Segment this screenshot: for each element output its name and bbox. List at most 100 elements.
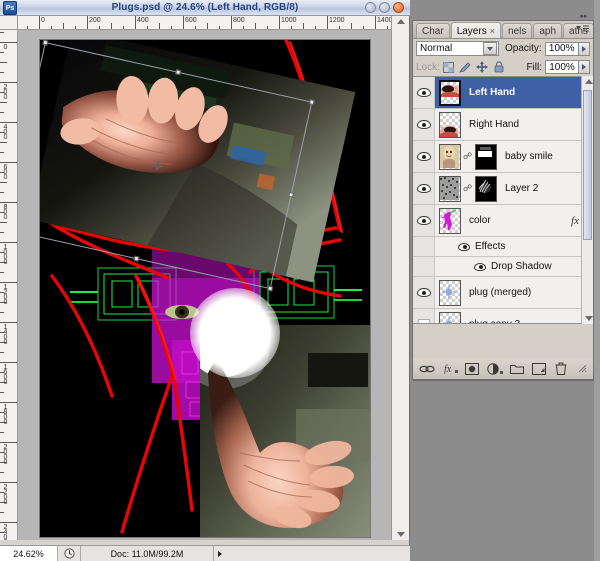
ruler-tick [87, 16, 88, 29]
layer-visibility-toggle[interactable] [413, 309, 435, 323]
layer-row-right-hand[interactable]: Right Hand [413, 109, 593, 141]
new-layer-icon[interactable] [532, 362, 550, 375]
ruler-tick [0, 522, 17, 523]
blend-mode-dropdown-button[interactable] [483, 42, 497, 55]
layer-effect-drop-shadow-row[interactable]: Drop Shadow [413, 257, 593, 277]
ruler-tick [111, 23, 112, 29]
zoom-level-field[interactable]: 24.62% [0, 546, 58, 561]
ruler-tick [0, 222, 7, 223]
artboard[interactable] [40, 40, 370, 537]
scroll-down-arrow[interactable] [397, 532, 405, 537]
minimize-button[interactable] [365, 2, 376, 13]
layer-visibility-toggle[interactable] [413, 77, 435, 108]
ruler-label: 200 [2, 84, 9, 99]
layer-visibility-toggle[interactable] [413, 205, 435, 236]
layer-row-plug-copy-3[interactable]: plug copy 3 [413, 309, 593, 323]
layer-list[interactable]: Left Hand Right Hand ☍ baby smile ☍ Laye… [413, 76, 593, 324]
scroll-up-arrow[interactable] [397, 19, 405, 24]
ruler-origin-corner[interactable] [0, 16, 18, 30]
palette-collapse-grip[interactable]: ▸▸ [577, 13, 591, 21]
ruler-tick [0, 402, 17, 403]
link-layers-icon[interactable] [419, 364, 437, 374]
layer-visibility-toggle[interactable] [413, 277, 435, 308]
canvas-scroll-area[interactable] [18, 30, 392, 540]
maximize-button[interactable] [379, 2, 390, 13]
new-group-icon[interactable] [509, 363, 528, 374]
eye-icon [416, 288, 431, 297]
layer-scroll-down-arrow[interactable] [585, 316, 593, 321]
drop-shadow-visibility-spacer [413, 257, 435, 276]
new-adjustment-layer-icon[interactable] [487, 362, 505, 375]
ruler-tick [0, 42, 17, 43]
horizontal-ruler[interactable]: 0 200 400 600 800 1000 1200 1400 [18, 16, 392, 30]
layer-thumbnail[interactable] [439, 279, 461, 306]
layer-scroll-up-arrow[interactable] [585, 79, 593, 84]
palette-menu-icon[interactable] [576, 24, 590, 36]
ruler-tick [0, 142, 7, 143]
desktop-background-right [594, 0, 600, 561]
opacity-value: 100% [548, 43, 575, 54]
fill-slider-button[interactable] [579, 60, 590, 74]
layer-thumbnail[interactable] [439, 111, 461, 138]
tab-layers[interactable]: Layers × [450, 22, 501, 38]
layer-style-fx-icon[interactable]: fx [571, 215, 579, 227]
layer-thumbnail[interactable] [439, 175, 461, 202]
layer-row-plug-merged[interactable]: plug (merged) [413, 277, 593, 309]
ruler-tick [0, 392, 4, 393]
tab-paragraph[interactable]: aph [533, 23, 563, 38]
drop-shadow-visibility-toggle[interactable] [473, 262, 486, 271]
lock-all-icon[interactable] [493, 61, 506, 74]
layer-effects-group-row[interactable]: Effects [413, 237, 593, 257]
delete-layer-icon[interactable] [555, 362, 573, 375]
tab-channels[interactable]: nels [501, 23, 533, 38]
status-bar: 24.62% Doc: 11.0M/99.2M [0, 545, 410, 561]
ruler-tick [0, 432, 4, 433]
add-layer-mask-icon[interactable] [464, 362, 483, 375]
ruler-tick [0, 202, 17, 203]
layer-name: Left Hand [469, 87, 516, 98]
tab-character[interactable]: Char [416, 23, 450, 38]
title-bar[interactable]: Ps Plugs.psd @ 24.6% (Left Hand, RGB/8) [0, 0, 410, 16]
lock-position-icon[interactable] [476, 61, 489, 74]
palette-resize-grip[interactable] [578, 364, 587, 373]
layer-visibility-toggle[interactable] [413, 109, 435, 140]
fill-label: Fill: [526, 61, 542, 73]
layer-visibility-toggle[interactable] [413, 173, 435, 204]
ruler-label: 1200 [2, 284, 9, 304]
ruler-tick [351, 23, 352, 29]
close-button[interactable] [393, 2, 404, 13]
link-icon[interactable]: ☍ [463, 151, 472, 162]
layer-visibility-toggle[interactable] [413, 141, 435, 172]
layer-thumbnail[interactable] [439, 79, 461, 106]
layer-row-baby-smile[interactable]: ☍ baby smile [413, 141, 593, 173]
ruler-label: 400 [2, 124, 9, 139]
opacity-slider-button[interactable] [578, 41, 590, 56]
layer-row-layer-2[interactable]: ☍ Layer 2 [413, 173, 593, 205]
lock-transparent-pixels-icon[interactable] [442, 61, 455, 74]
preview-proxy-button[interactable] [58, 546, 81, 561]
status-expand-button[interactable] [214, 546, 226, 561]
opacity-input[interactable]: 100% [544, 41, 579, 56]
fill-input[interactable]: 100% [545, 60, 579, 74]
layer-mask-thumbnail[interactable] [475, 143, 497, 170]
lock-image-pixels-icon[interactable] [459, 61, 472, 74]
layer-thumbnail[interactable] [439, 143, 461, 170]
layer-thumbnail[interactable] [439, 311, 461, 323]
layer-list-scrollbar[interactable] [581, 76, 593, 324]
layer-row-left-hand[interactable]: Left Hand [413, 77, 593, 109]
add-layer-style-icon[interactable]: fx [442, 363, 460, 374]
ruler-tick [0, 242, 17, 243]
ruler-tick [0, 62, 7, 63]
window-buttons [365, 2, 404, 13]
blend-mode-select[interactable]: Normal [416, 41, 499, 56]
lock-row: Lock: Fill: 100% [413, 58, 593, 76]
link-icon[interactable]: ☍ [463, 183, 472, 194]
document-vertical-scrollbar[interactable] [391, 16, 409, 540]
layer-thumbnail[interactable] [439, 207, 461, 234]
layer-row-color[interactable]: color fx [413, 205, 593, 237]
layer-mask-thumbnail[interactable] [475, 175, 497, 202]
layer-scrollbar-thumb[interactable] [583, 90, 592, 240]
tab-close-icon[interactable]: × [490, 26, 495, 36]
vertical-ruler[interactable]: 0 200 400 600 800 1000 1200 1400 1600 1800 2000 220… [0, 30, 18, 540]
effects-visibility-toggle[interactable] [457, 242, 470, 251]
